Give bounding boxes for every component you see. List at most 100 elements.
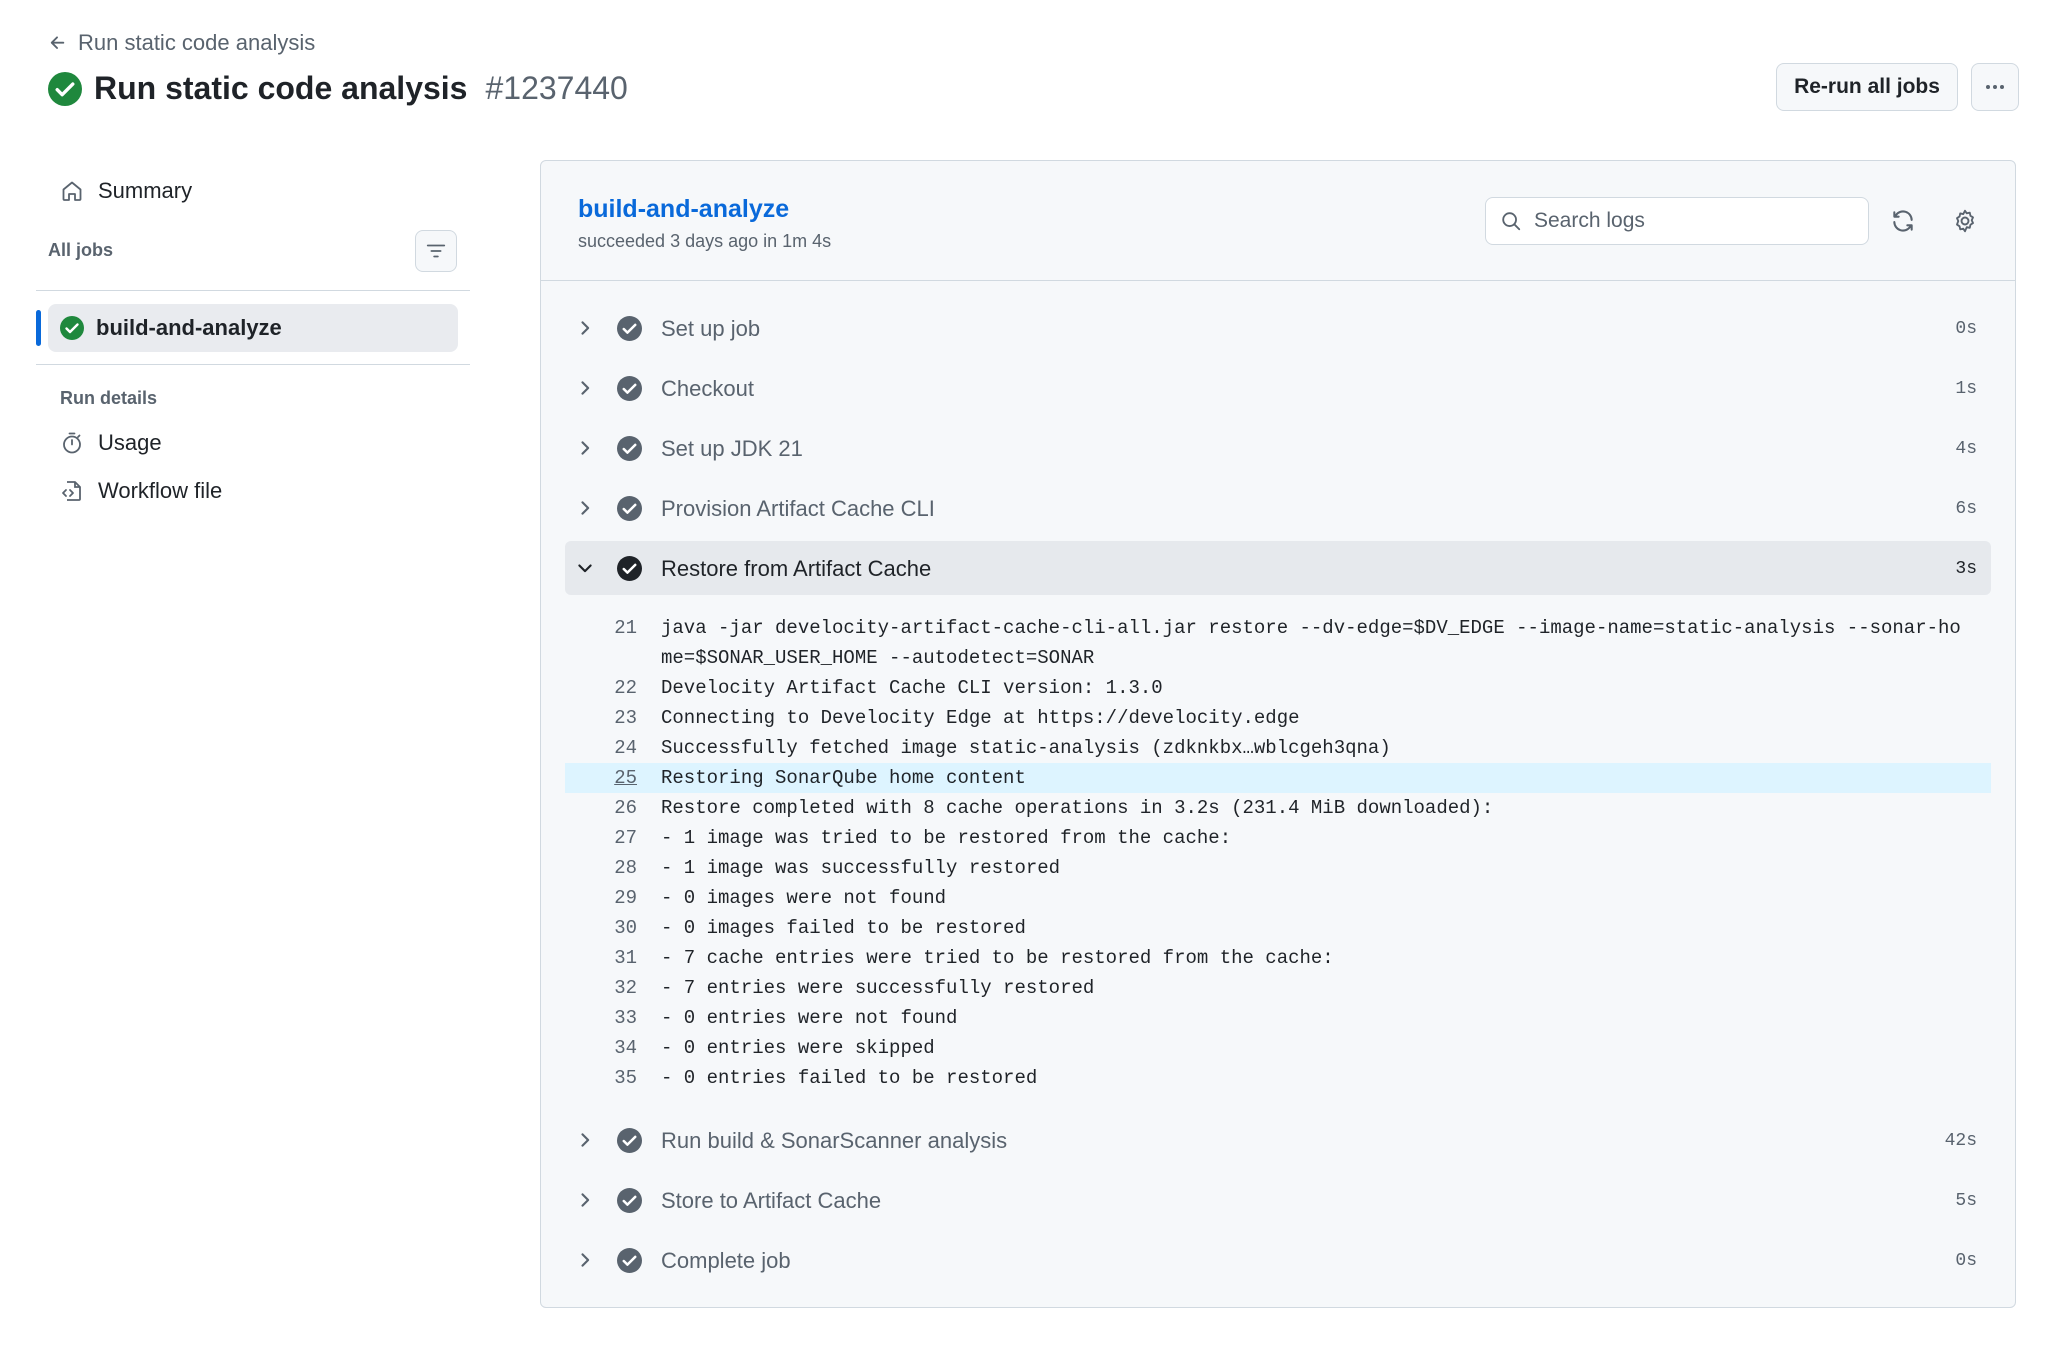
log-line: 28 - 1 image was successfully restored	[565, 853, 1991, 883]
step-duration: 42s	[1944, 1131, 1977, 1151]
line-number[interactable]: 29	[565, 883, 637, 913]
sidebar-item-label: Workflow file	[98, 478, 223, 503]
step-duration: 5s	[1955, 1191, 1977, 1211]
job-title[interactable]: build-and-analyze	[578, 195, 789, 224]
line-number[interactable]: 21	[565, 613, 637, 673]
log-text: - 0 entries failed to be restored	[661, 1067, 1038, 1089]
check-circle-icon	[617, 316, 642, 341]
sidebar-item-label: build-and-analyze	[96, 315, 282, 340]
log-text: - 7 entries were successfully restored	[661, 977, 1095, 999]
step-row-expanded[interactable]: Restore from Artifact Cache 3s	[565, 541, 1991, 595]
step-row[interactable]: Provision Artifact Cache CLI 6s	[565, 481, 1991, 535]
check-circle-icon	[617, 1128, 642, 1153]
sidebar-item-usage[interactable]: Usage	[60, 430, 162, 456]
refresh-button[interactable]	[1887, 205, 1919, 237]
check-circle-icon	[617, 556, 642, 581]
line-number[interactable]: 31	[565, 943, 637, 973]
line-number[interactable]: 24	[565, 733, 637, 763]
filter-icon	[426, 244, 446, 258]
all-jobs-heading: All jobs	[48, 240, 114, 260]
step-row[interactable]: Set up JDK 21 4s	[565, 421, 1991, 475]
page-title: Run static code analysis #1237440	[48, 70, 628, 107]
log-line: 24 Successfully fetched image static-anal…	[565, 733, 1991, 763]
check-circle-icon	[617, 436, 642, 461]
chevron-right-icon	[581, 1133, 590, 1147]
check-circle-icon	[617, 1248, 642, 1273]
arrow-left-icon	[50, 36, 65, 49]
divider	[36, 290, 470, 291]
line-number[interactable]: 34	[565, 1033, 637, 1063]
log-text: Successfully fetched image static-analys…	[661, 737, 1391, 759]
line-number[interactable]: 30	[565, 913, 637, 943]
divider	[36, 364, 470, 365]
log-text: java -jar develocity-artifact-cache-cli-…	[661, 617, 1961, 669]
line-number[interactable]: 33	[565, 1003, 637, 1033]
filter-jobs-button[interactable]	[415, 230, 457, 272]
log-text: - 0 images failed to be restored	[661, 917, 1026, 939]
home-icon	[62, 181, 82, 201]
chevron-right-icon	[581, 321, 590, 335]
step-label: Set up JDK 21	[661, 436, 803, 461]
stopwatch-icon	[63, 432, 81, 454]
log-text: Develocity Artifact Cache CLI version: 1…	[661, 677, 1163, 699]
step-duration: 3s	[1955, 559, 1977, 579]
more-options-button[interactable]	[1971, 63, 2019, 111]
check-circle-icon	[617, 376, 642, 401]
step-duration: 0s	[1955, 1251, 1977, 1271]
log-line: 31 - 7 cache entries were tried to be res…	[565, 943, 1991, 973]
log-line: 23 Connecting to Develocity Edge at https…	[565, 703, 1991, 733]
search-logs-field[interactable]	[1485, 197, 1869, 245]
job-status-text: succeeded 3 days ago in 1m 4s	[578, 231, 832, 251]
step-duration: 1s	[1955, 379, 1977, 399]
check-circle-icon	[60, 316, 84, 340]
sidebar-item-summary[interactable]: Summary	[60, 178, 192, 204]
line-number[interactable]: 35	[565, 1063, 637, 1093]
log-line-highlighted: 25 Restoring SonarQube home content	[565, 763, 1991, 793]
log-text: - 1 image was successfully restored	[661, 857, 1061, 879]
line-number[interactable]: 27	[565, 823, 637, 853]
line-number[interactable]: 22	[565, 673, 637, 703]
line-number[interactable]: 23	[565, 703, 637, 733]
sidebar-item-label: Summary	[98, 178, 193, 203]
log-text: - 0 entries were skipped	[661, 1037, 935, 1059]
step-label: Store to Artifact Cache	[661, 1188, 882, 1213]
step-row[interactable]: Complete job 0s	[565, 1233, 1991, 1287]
check-circle-icon	[617, 496, 642, 521]
job-log-panel: build-and-analyze succeeded 3 days ago i…	[540, 160, 2016, 1308]
line-number[interactable]: 28	[565, 853, 637, 883]
gear-icon	[1956, 209, 1974, 233]
chevron-right-icon	[581, 501, 590, 515]
log-line: 30 - 0 images failed to be restored	[565, 913, 1991, 943]
step-row[interactable]: Store to Artifact Cache 5s	[565, 1173, 1991, 1227]
step-list: Set up job 0s Checkout 1s Set up JDK 21 …	[565, 301, 1991, 1293]
step-row[interactable]: Set up job 0s	[565, 301, 1991, 355]
log-line: 22 Develocity Artifact Cache CLI version:…	[565, 673, 1991, 703]
chevron-right-icon	[581, 1193, 590, 1207]
chevron-down-icon	[578, 564, 592, 573]
step-row[interactable]: Checkout 1s	[565, 361, 1991, 415]
back-link[interactable]: Run static code analysis	[48, 30, 315, 56]
step-duration: 0s	[1955, 319, 1977, 339]
log-settings-button[interactable]	[1949, 205, 1981, 237]
chevron-right-icon	[581, 381, 590, 395]
step-row[interactable]: Run build & SonarScanner analysis 42s	[565, 1113, 1991, 1167]
chevron-right-icon	[581, 441, 590, 455]
log-text: - 1 image was tried to be restored from …	[661, 827, 1232, 849]
sidebar-item-build-and-analyze[interactable]: build-and-analyze	[48, 304, 458, 352]
sidebar-item-workflow-file[interactable]: Workflow file	[60, 478, 222, 504]
log-text: - 7 cache entries were tried to be resto…	[661, 947, 1334, 969]
log-text: - 0 images were not found	[661, 887, 947, 909]
log-line: 32 - 7 entries were successfully restored	[565, 973, 1991, 1003]
step-label: Provision Artifact Cache CLI	[661, 496, 935, 521]
line-number[interactable]: 26	[565, 793, 637, 823]
log-line: 27 - 1 image was tried to be restored fro…	[565, 823, 1991, 853]
search-logs-input[interactable]	[1534, 209, 1854, 233]
line-number[interactable]: 32	[565, 973, 637, 1003]
rerun-all-jobs-button[interactable]: Re-run all jobs	[1776, 63, 1958, 111]
log-text: Restore completed with 8 cache operation…	[661, 797, 1494, 819]
run-number: #1237440	[485, 70, 628, 106]
step-label: Set up job	[661, 316, 761, 341]
run-title: Run static code analysis	[94, 70, 468, 106]
step-log-output: 21 java -jar develocity-artifact-cache-cl…	[565, 601, 1991, 1107]
line-number[interactable]: 25	[565, 763, 637, 793]
